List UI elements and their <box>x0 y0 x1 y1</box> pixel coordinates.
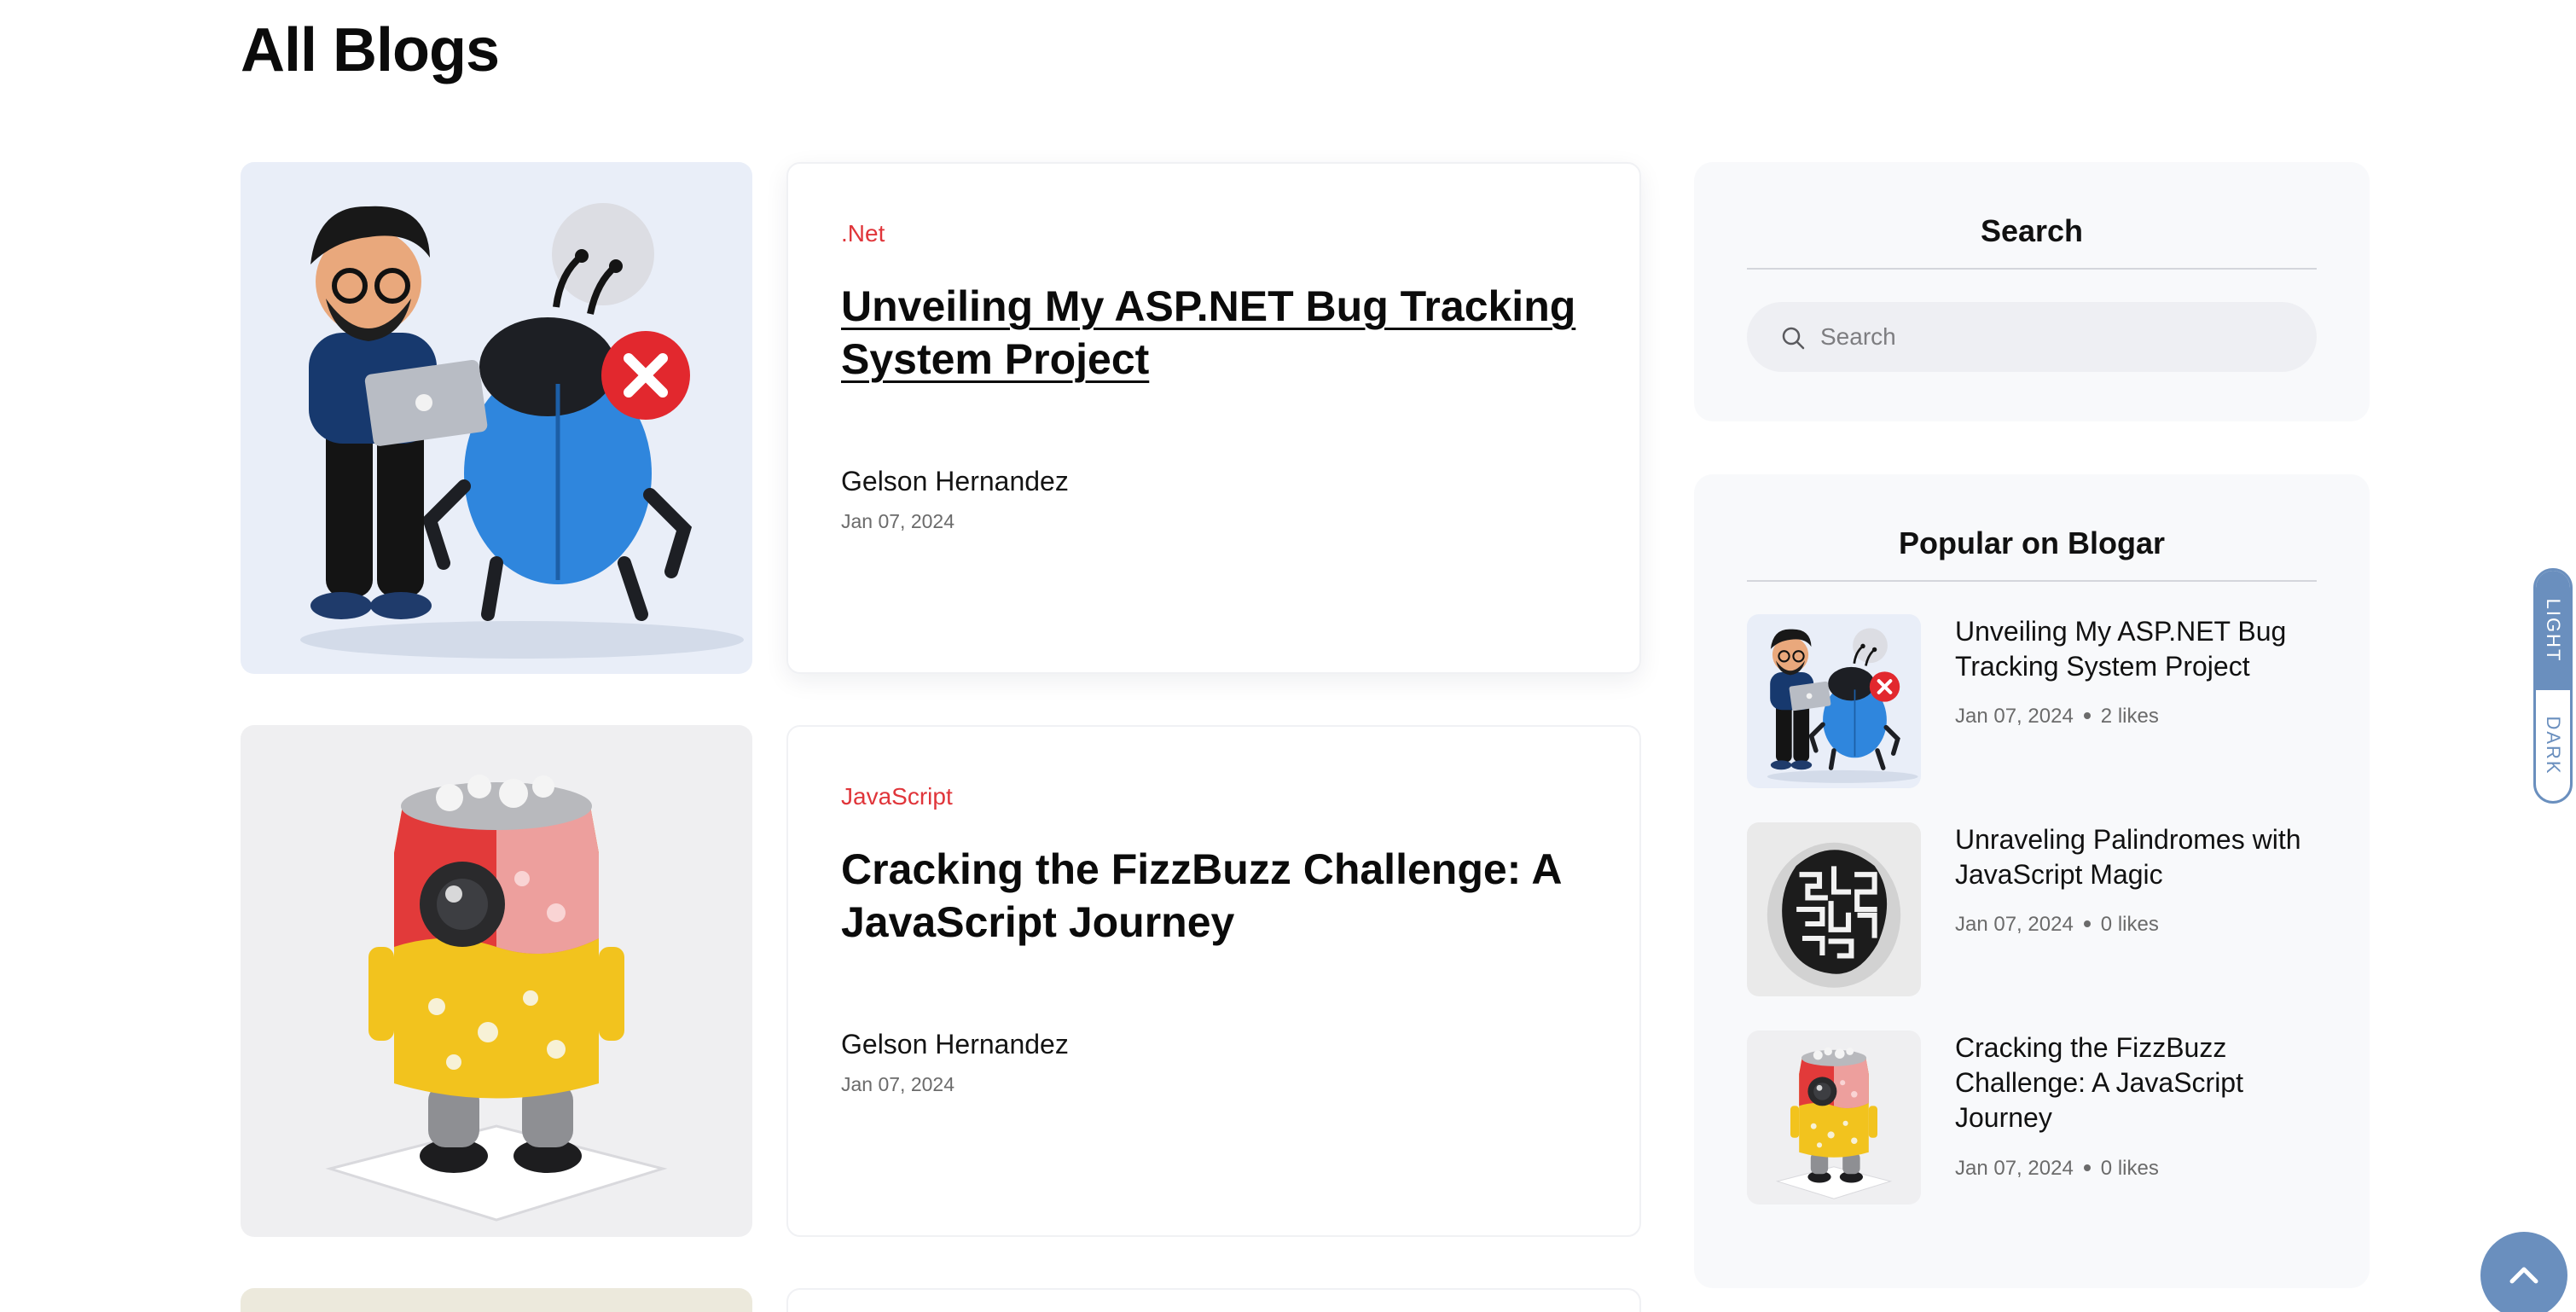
popular-post-title[interactable]: Unraveling Palindromes with JavaScript M… <box>1955 822 2317 892</box>
bug-tracking-illustration <box>1747 614 1921 788</box>
popular-post-likes: 2 likes <box>2100 705 2159 728</box>
search-widget: Search <box>1694 162 2370 421</box>
popular-post-meta: Jan 07, 2024 2 likes <box>1955 705 2159 729</box>
post-date: Jan 07, 2024 <box>841 510 955 532</box>
separator-dot <box>2083 711 2091 719</box>
popular-post-meta: Jan 07, 2024 0 likes <box>1955 913 2159 937</box>
post-author: Gelson Hernandez <box>841 1029 1069 1059</box>
blog-post-card: .Net Unveiling My ASP.NET Bug Tracking S… <box>241 162 1641 674</box>
post-author: Gelson Hernandez <box>841 466 1069 496</box>
post-content-card: .Net Unveiling My ASP.NET Bug Tracking S… <box>786 162 1641 674</box>
post-content-card: JavaScript Cracking the FizzBuzz Challen… <box>786 725 1641 1237</box>
separator-dot <box>2083 1164 2091 1171</box>
blog-post-card: JavaScript Cracking the FizzBuzz Challen… <box>241 725 1641 1237</box>
popular-heading: Popular on Blogar <box>1747 525 2317 582</box>
popular-post-thumbnail[interactable] <box>1747 1030 1921 1205</box>
back-to-top-button[interactable] <box>2480 1232 2567 1312</box>
search-heading: Search <box>1747 213 2317 270</box>
popular-post-thumbnail[interactable] <box>1747 822 1921 996</box>
popular-posts-widget: Popular on Blogar Unveiling My ASP.NET B… <box>1694 474 2370 1288</box>
page-title: All Blogs <box>241 16 500 84</box>
dark-mode-option[interactable]: DARK <box>2536 690 2570 801</box>
chevron-up-icon <box>2509 1267 2538 1284</box>
soda-can-robot-illustration <box>241 725 752 1237</box>
post-title-link[interactable]: Unveiling My ASP.NET Bug Tracking System… <box>841 280 1592 386</box>
popular-post-date: Jan 07, 2024 <box>1955 705 2074 728</box>
post-date: Jan 07, 2024 <box>841 1073 955 1095</box>
popular-post-item[interactable]: Unveiling My ASP.NET Bug Tracking System… <box>1747 614 2317 788</box>
search-icon <box>1782 327 1805 350</box>
popular-post-thumbnail[interactable] <box>1747 614 1921 788</box>
light-mode-option[interactable]: LIGHT <box>2536 571 2570 690</box>
post-title-link[interactable]: Cracking the FizzBuzz Challenge: A JavaS… <box>841 843 1592 949</box>
popular-post-meta: Jan 07, 2024 0 likes <box>1955 1157 2159 1181</box>
popular-post-title[interactable]: Cracking the FizzBuzz Challenge: A JavaS… <box>1955 1030 2317 1135</box>
popular-post-title[interactable]: Unveiling My ASP.NET Bug Tracking System… <box>1955 614 2317 684</box>
popular-post-item[interactable]: Cracking the FizzBuzz Challenge: A JavaS… <box>1747 1030 2317 1205</box>
popular-post-likes: 0 likes <box>2100 913 2159 936</box>
separator-dot <box>2083 920 2091 927</box>
theme-toggle[interactable]: LIGHT DARK <box>2533 568 2573 804</box>
popular-post-likes: 0 likes <box>2100 1157 2159 1180</box>
popular-post-date: Jan 07, 2024 <box>1955 1157 2074 1180</box>
post-thumbnail[interactable] <box>241 725 752 1237</box>
light-mode-label: LIGHT <box>2543 598 2564 663</box>
palindrome-head-illustration <box>1747 822 1921 996</box>
soda-can-robot-illustration <box>1747 1030 1921 1205</box>
post-thumbnail[interactable] <box>241 162 752 674</box>
dark-mode-label: DARK <box>2543 716 2564 775</box>
search-input[interactable] <box>1820 302 2298 372</box>
post-category-link[interactable]: JavaScript <box>841 783 953 810</box>
search-field[interactable] <box>1747 302 2317 372</box>
blog-post-card-partial <box>241 1288 1641 1312</box>
post-thumbnail[interactable] <box>241 1288 752 1312</box>
post-content-card <box>786 1288 1641 1312</box>
post-category-link[interactable]: .Net <box>841 220 885 247</box>
popular-post-date: Jan 07, 2024 <box>1955 913 2074 936</box>
bug-tracking-illustration <box>241 162 752 674</box>
popular-post-item[interactable]: Unraveling Palindromes with JavaScript M… <box>1747 822 2317 996</box>
